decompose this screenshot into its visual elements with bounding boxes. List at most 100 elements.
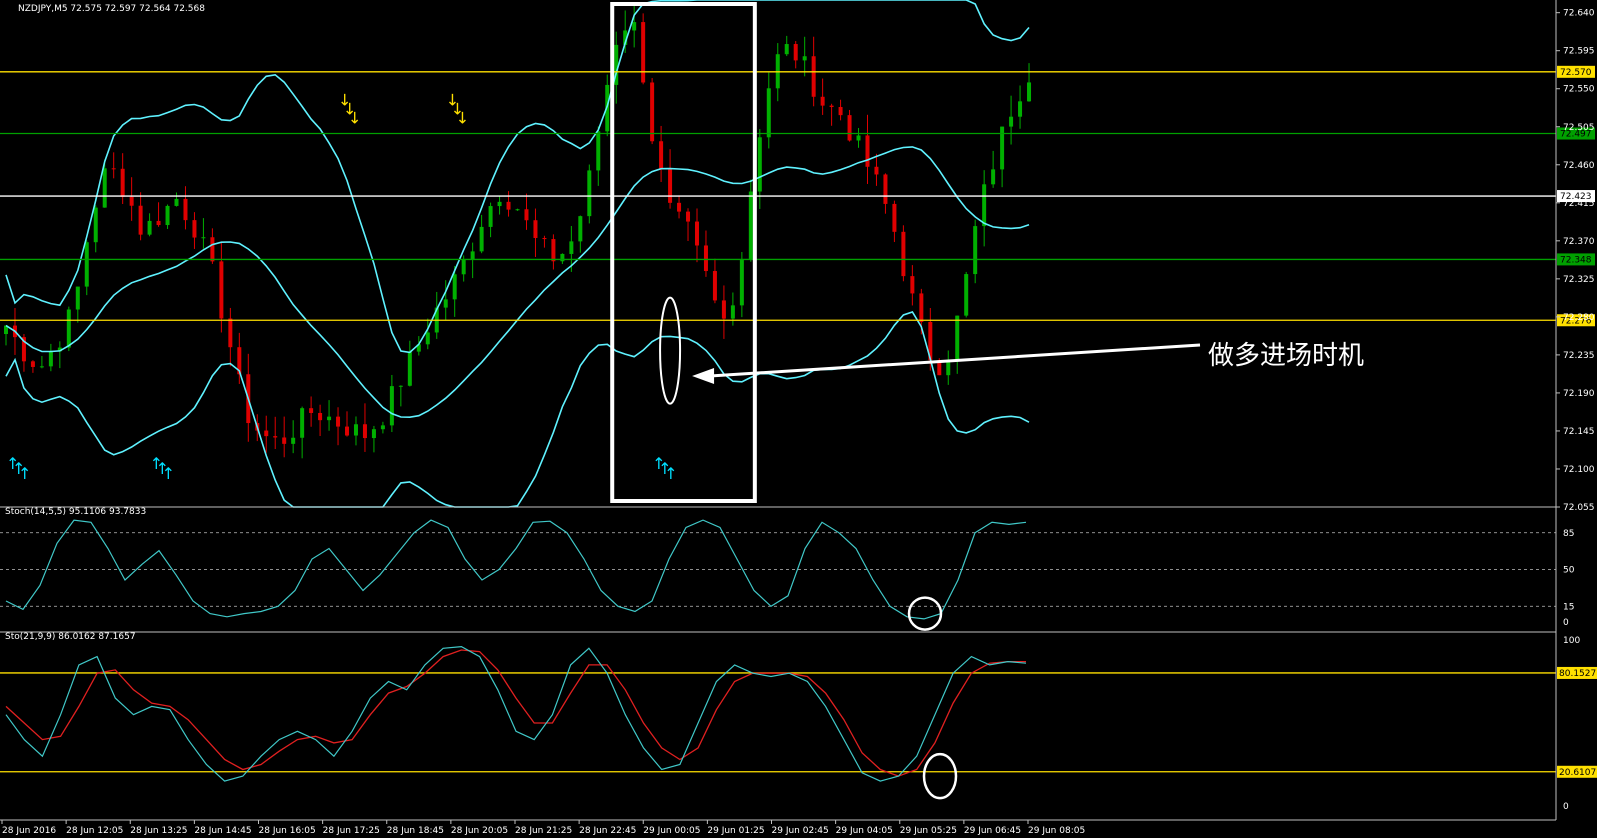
- candle-body: [542, 237, 547, 240]
- price-tick-label: 72.640: [1563, 9, 1595, 19]
- candle-body: [578, 216, 583, 242]
- candle-body: [515, 209, 520, 211]
- candle-body: [748, 191, 753, 260]
- price-tick-label: 72.145: [1563, 427, 1595, 437]
- candle-body: [865, 135, 870, 167]
- candle-body: [39, 366, 44, 368]
- candle-body: [964, 274, 969, 316]
- candle-body: [1009, 116, 1014, 127]
- candle-body: [389, 386, 394, 426]
- stoch2-title: Sto(21,9,9) 86.0162 87.1657: [5, 632, 136, 642]
- candle-body: [883, 174, 888, 204]
- candle-body: [479, 226, 484, 252]
- time-tick-label: 28 Jun 20:05: [451, 826, 508, 836]
- time-tick-label: 28 Jun 22:45: [579, 826, 636, 836]
- candle-body: [856, 135, 861, 141]
- stoch1-tick-label: 85: [1563, 529, 1574, 539]
- candle-body: [273, 436, 278, 438]
- candle-body: [30, 361, 35, 367]
- candle-body: [174, 198, 179, 206]
- candle-body: [147, 220, 152, 235]
- price-tick-label: 72.235: [1563, 351, 1595, 361]
- price-tick-label: 72.325: [1563, 275, 1595, 285]
- time-tick-label: 28 Jun 21:25: [515, 826, 572, 836]
- candle-body: [48, 351, 53, 367]
- entry-annotation: 做多进场时机: [1208, 341, 1364, 371]
- time-tick-label: 29 Jun 05:25: [900, 826, 957, 836]
- candle-body: [784, 44, 789, 55]
- candle-body: [300, 408, 305, 438]
- candle-body: [533, 220, 538, 238]
- candle-body: [560, 253, 565, 262]
- time-tick-label: 29 Jun 08:05: [1028, 826, 1085, 836]
- candle-body: [910, 276, 915, 294]
- candle-body: [425, 332, 430, 345]
- mt4-chart[interactable]: 72.57072.49772.42372.34872.276↑↑↑↑↑↑↑↑↑↓…: [0, 0, 1597, 838]
- stoch1-title: Stoch(14,5,5) 95.1106 93.7833: [5, 507, 146, 517]
- candle-body: [793, 44, 798, 61]
- time-tick-label: 29 Jun 01:25: [707, 826, 764, 836]
- candle-body: [129, 196, 134, 206]
- time-tick-label: 28 Jun 18:45: [387, 826, 444, 836]
- candle-body: [829, 105, 834, 108]
- candle-body: [874, 166, 879, 175]
- time-tick-label: 28 Jun 2016: [2, 826, 56, 836]
- candle-body: [398, 385, 403, 387]
- level-price-text: 72.570: [1560, 68, 1592, 78]
- time-tick-label: 28 Jun 17:25: [323, 826, 380, 836]
- candle-body: [668, 169, 673, 203]
- candle-body: [336, 416, 341, 427]
- candle-body: [802, 56, 807, 61]
- candle-body: [982, 184, 987, 227]
- stoch2-level-text: 20.6107: [1559, 768, 1596, 778]
- candle-body: [650, 82, 655, 142]
- candle-body: [461, 259, 466, 275]
- candle-body: [632, 22, 637, 31]
- candle-body: [228, 318, 233, 348]
- candle-body: [847, 115, 852, 141]
- candle-body: [892, 203, 897, 232]
- candle-body: [201, 237, 206, 239]
- candle-body: [102, 168, 107, 208]
- candle-body: [497, 201, 502, 207]
- candle-body: [219, 261, 224, 319]
- time-tick-label: 29 Jun 02:45: [772, 826, 829, 836]
- time-tick-label: 28 Jun 13:25: [130, 826, 187, 836]
- price-tick-label: 72.505: [1563, 123, 1595, 133]
- candle-body: [165, 205, 170, 226]
- candle-body: [353, 424, 358, 436]
- candle-body: [380, 425, 385, 430]
- candle-body: [721, 300, 726, 319]
- down-arrow-icon: ↓: [456, 109, 469, 128]
- candle-body: [955, 315, 960, 361]
- candle-body: [192, 220, 197, 238]
- price-tick-label: 72.055: [1563, 503, 1595, 513]
- price-tick-label: 72.190: [1563, 389, 1595, 399]
- candle-body: [183, 198, 188, 221]
- candle-body: [659, 141, 664, 170]
- up-arrow-icon: ↑: [162, 464, 175, 483]
- time-tick-label: 28 Jun 14:45: [194, 826, 251, 836]
- symbol-info: NZDJPY,M5 72.575 72.597 72.564 72.568: [18, 4, 205, 14]
- candle-body: [820, 96, 825, 106]
- candle-body: [901, 231, 906, 277]
- candle-body: [345, 426, 350, 436]
- candle-body: [686, 211, 691, 222]
- candle-body: [156, 220, 161, 226]
- candle-body: [757, 137, 762, 192]
- candle-body: [443, 299, 448, 308]
- candle-body: [677, 202, 682, 212]
- candle-body: [551, 239, 556, 262]
- candle-body: [919, 293, 924, 322]
- candle-body: [1018, 101, 1023, 117]
- price-tick-label: 72.100: [1563, 465, 1595, 475]
- candle-body: [730, 305, 735, 319]
- candle-body: [282, 437, 287, 444]
- candle-body: [973, 226, 978, 275]
- time-tick-label: 29 Jun 00:05: [643, 826, 700, 836]
- price-tick-label: 72.415: [1563, 199, 1595, 209]
- candle-body: [318, 412, 323, 421]
- candle-body: [694, 221, 699, 246]
- level-price-text: 72.348: [1560, 255, 1592, 265]
- stoch2-tick-label: 100: [1563, 636, 1580, 646]
